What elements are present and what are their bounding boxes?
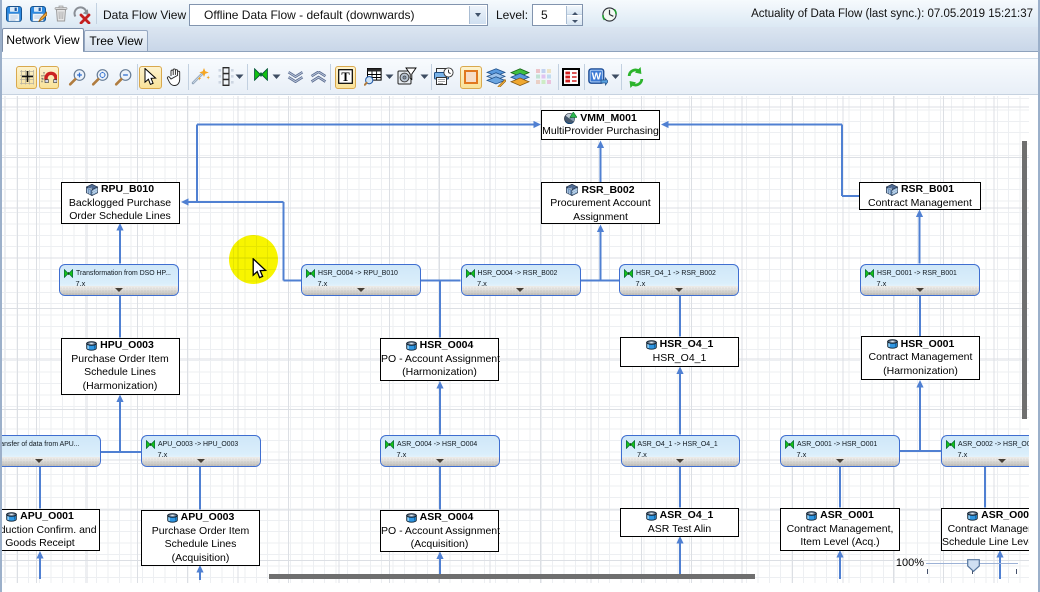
svg-text:T: T <box>341 70 350 84</box>
svg-text:W: W <box>592 71 602 82</box>
